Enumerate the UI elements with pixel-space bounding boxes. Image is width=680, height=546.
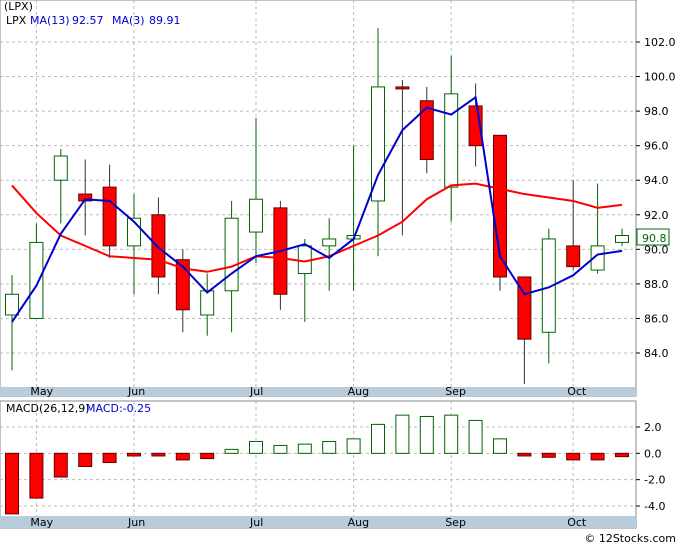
macd-label: MACD(26,12,9) bbox=[6, 402, 90, 415]
macd-x-tick-label: Jul bbox=[249, 516, 263, 529]
legend: LPX MA(13) 92.57 MA(3) 89.91 bbox=[6, 14, 181, 27]
legend-ma3-value: 89.91 bbox=[149, 14, 181, 27]
macd-x-tick-label: Sep bbox=[445, 516, 466, 529]
macd-bar-positive bbox=[346, 438, 361, 454]
macd-bar-negative bbox=[541, 452, 556, 458]
candle-up bbox=[200, 290, 215, 316]
macd-y-tick-label: 0.0 bbox=[644, 447, 662, 460]
macd-x-tick-label: Jun bbox=[127, 516, 145, 529]
chart-symbol-title: (LPX) bbox=[4, 0, 33, 13]
candle-up bbox=[322, 238, 337, 247]
candle-up bbox=[5, 293, 19, 316]
macd-bar-negative bbox=[566, 452, 581, 461]
price-y-tick-label: 88.0 bbox=[644, 278, 669, 291]
macd-bar-negative bbox=[175, 452, 190, 461]
price-x-axis-band bbox=[0, 387, 636, 396]
price-y-tick-label: 86.0 bbox=[644, 312, 669, 325]
macd-bar-positive bbox=[444, 414, 459, 454]
macd-bar-positive bbox=[395, 414, 410, 454]
price-y-tick-label: 84.0 bbox=[644, 347, 669, 360]
price-y-tick-label: 98.0 bbox=[644, 105, 669, 118]
last-price-tag: 90.8 bbox=[636, 228, 670, 246]
candle-down bbox=[151, 214, 166, 278]
price-x-tick-label: Aug bbox=[348, 385, 369, 398]
legend-ma3-label: MA(3) bbox=[112, 14, 145, 27]
price-x-tick-label: Jul bbox=[249, 385, 263, 398]
macd-bar-negative bbox=[517, 452, 532, 457]
macd-bar-negative bbox=[102, 452, 117, 464]
price-y-tick-label: 96.0 bbox=[644, 140, 669, 153]
macd-bar-negative bbox=[29, 452, 44, 499]
macd-x-tick-label: May bbox=[30, 516, 53, 529]
macd-bar-negative bbox=[78, 452, 93, 468]
macd-bar-positive bbox=[224, 448, 239, 454]
macd-panel bbox=[0, 400, 637, 529]
macd-y-tick-label: -4.0 bbox=[644, 500, 665, 513]
macd-bar-negative bbox=[590, 452, 605, 461]
macd-x-tick-label: Oct bbox=[567, 516, 587, 529]
candle-up bbox=[615, 235, 629, 243]
candle-up bbox=[444, 93, 459, 188]
macd-y-axis: -4.0 -2.0 0.0 2.0 bbox=[636, 421, 665, 513]
candle-down bbox=[102, 186, 117, 247]
macd-y-tick-label: 2.0 bbox=[644, 421, 662, 434]
macd-bar-negative bbox=[53, 452, 68, 478]
price-x-tick-label: Jun bbox=[127, 385, 145, 398]
candle-up bbox=[29, 241, 44, 319]
price-x-tick-label: Sep bbox=[445, 385, 466, 398]
macd-bar-negative bbox=[5, 452, 19, 515]
macd-x-axis-band bbox=[0, 516, 636, 528]
price-y-tick-label: 102.0 bbox=[644, 36, 676, 49]
macd-bar-negative bbox=[615, 452, 629, 458]
price-panel bbox=[0, 0, 637, 397]
macd-bar-positive bbox=[419, 415, 434, 454]
price-y-axis: 84.086.088.090.092.094.096.098.0100.0102… bbox=[636, 36, 676, 360]
legend-ticker: LPX bbox=[6, 14, 27, 27]
candle-down bbox=[395, 86, 410, 90]
price-x-tick-label: May bbox=[30, 385, 53, 398]
macd-bar-positive bbox=[371, 423, 385, 454]
macd-bar-negative bbox=[151, 452, 166, 457]
macd-bar-positive bbox=[273, 444, 288, 454]
macd-bar-positive bbox=[493, 438, 507, 454]
legend-ma13-value: 92.57 bbox=[72, 14, 104, 27]
price-y-tick-label: 94.0 bbox=[644, 174, 669, 187]
price-x-tick-label: Oct bbox=[567, 385, 587, 398]
macd-bar-negative bbox=[200, 452, 215, 460]
macd-bar-positive bbox=[249, 440, 263, 454]
macd-bar-positive bbox=[468, 419, 483, 454]
macd-bar-positive bbox=[297, 443, 312, 454]
candle-up bbox=[224, 217, 239, 292]
price-y-tick-label: 100.0 bbox=[644, 71, 676, 84]
candle-up bbox=[371, 86, 385, 202]
candle-up bbox=[53, 155, 68, 181]
macd-x-tick-label: Aug bbox=[348, 516, 369, 529]
legend-ma13-label: MA(13) bbox=[30, 14, 70, 27]
candle-up bbox=[249, 198, 263, 233]
macd-bar-negative bbox=[127, 452, 141, 457]
macd-value: MACD:-0.25 bbox=[86, 402, 151, 415]
candle-down bbox=[566, 245, 581, 268]
watermark: © 12Stocks.com bbox=[584, 532, 676, 545]
stock-chart: 84.086.088.090.092.094.096.098.0100.0102… bbox=[0, 0, 676, 545]
price-y-tick-label: 92.0 bbox=[644, 209, 669, 222]
macd-bar-positive bbox=[322, 440, 337, 454]
macd-y-tick-label: -2.0 bbox=[644, 474, 665, 487]
last-price-tag-value: 90.8 bbox=[642, 232, 667, 245]
